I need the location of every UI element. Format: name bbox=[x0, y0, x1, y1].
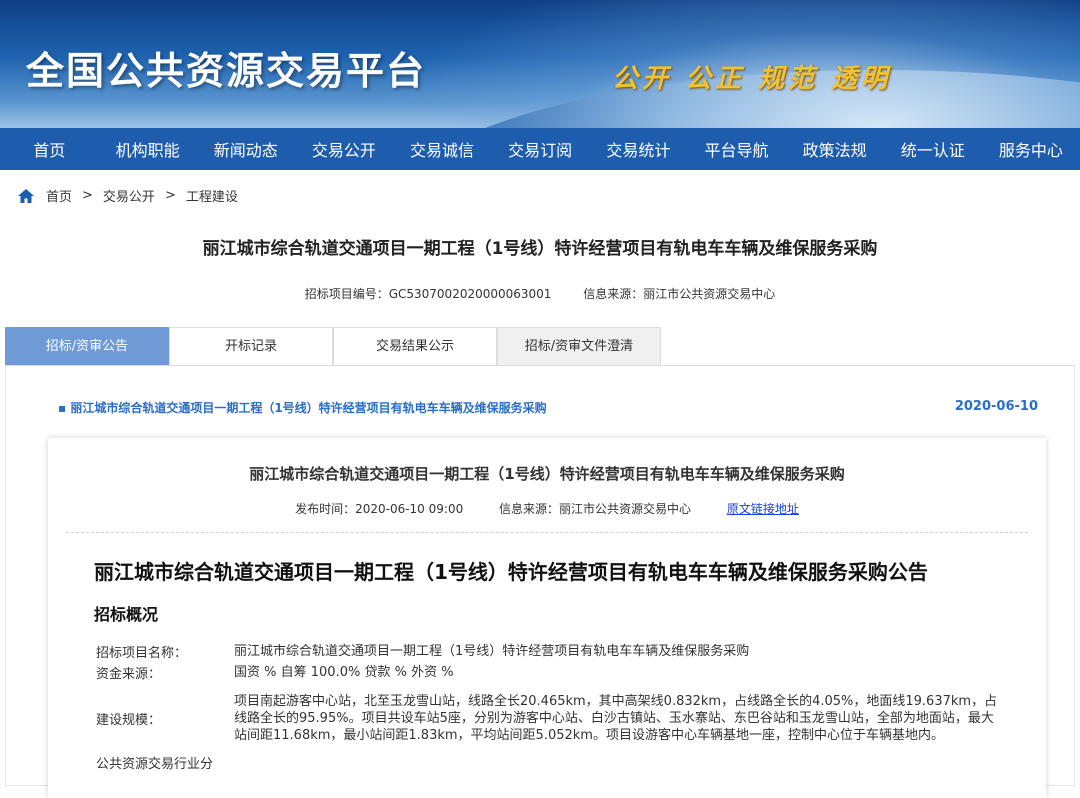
breadcrumb: 首页 > 交易公开 > 工程建设 bbox=[18, 186, 238, 205]
field-row: 建设规模： 项目南起游客中心站，北至玉龙雪山站，线路全长20.465km，其中高… bbox=[96, 683, 1006, 753]
header-banner: 全国公共资源交易平台 公开 公正 规范 透明 bbox=[0, 0, 1080, 128]
card-source: 信息来源：丽江市公共资源交易中心 bbox=[499, 502, 692, 516]
field-value: 国资 % 自筹 100.0% 贷款 % 外资 % bbox=[234, 665, 454, 680]
breadcrumb-trade-public[interactable]: 交易公开 bbox=[103, 186, 155, 205]
field-label: 建设规模： bbox=[96, 712, 162, 728]
notice-card: 丽江城市综合轨道交通项目一期工程（1号线）特许经营项目有轨电车车辆及维保服务采购… bbox=[48, 438, 1046, 798]
tab-bar: 招标/资审公告 开标记录 交易结果公示 招标/资审文件澄清 bbox=[5, 327, 661, 365]
field-row: 公共资源交易行业分 bbox=[96, 753, 1006, 772]
site-title: 全国公共资源交易平台 bbox=[26, 49, 427, 93]
field-list: 招标项目名称： 丽江城市综合轨道交通项目一期工程（1号线）特许经营项目有轨电车车… bbox=[96, 641, 1006, 772]
field-row: 招标项目名称： 丽江城市综合轨道交通项目一期工程（1号线）特许经营项目有轨电车车… bbox=[96, 641, 1006, 662]
breadcrumb-home[interactable]: 首页 bbox=[46, 186, 72, 205]
field-value: 项目南起游客中心站，北至玉龙雪山站，线路全长20.465km，其中高架线0.83… bbox=[234, 693, 998, 743]
document-title: 丽江城市综合轨道交通项目一期工程（1号线）特许经营项目有轨电车车辆及维保服务采购… bbox=[94, 560, 928, 584]
project-title: 丽江城市综合轨道交通项目一期工程（1号线）特许经营项目有轨电车车辆及维保服务采购 bbox=[202, 239, 878, 259]
notice-date: 2020-06-10 bbox=[954, 399, 1038, 414]
card-meta: 发布时间：2020-06-10 09:00 信息来源：丽江市公共资源交易中心 原… bbox=[48, 500, 1046, 517]
nav-item-institutions[interactable]: 机构职能 bbox=[99, 137, 197, 161]
breadcrumb-separator: > bbox=[82, 188, 93, 203]
original-link[interactable]: 原文链接地址 bbox=[727, 502, 799, 516]
field-value: 丽江城市综合轨道交通项目一期工程（1号线）特许经营项目有轨电车车辆及维保服务采购 bbox=[234, 644, 750, 659]
field-row: 资金来源： 国资 % 自筹 100.0% 贷款 % 外资 % bbox=[96, 662, 1006, 683]
project-source: 信息来源：丽江市公共资源交易中心 bbox=[583, 287, 776, 301]
site-slogan: 公开 公正 规范 透明 bbox=[612, 64, 892, 94]
nav-item-policy[interactable]: 政策法规 bbox=[786, 137, 884, 161]
project-code: 招标项目编号：GC5307002020000063001 bbox=[304, 287, 552, 301]
home-icon[interactable] bbox=[18, 188, 34, 203]
nav-item-service[interactable]: 服务中心 bbox=[982, 137, 1080, 161]
card-title: 丽江城市综合轨道交通项目一期工程（1号线）特许经营项目有轨电车车辆及维保服务采购 bbox=[249, 465, 845, 483]
breadcrumb-engineering[interactable]: 工程建设 bbox=[186, 186, 238, 205]
nav-item-trade-stats[interactable]: 交易统计 bbox=[589, 137, 687, 161]
dashed-divider bbox=[66, 532, 1028, 533]
nav-item-trade-credit[interactable]: 交易诚信 bbox=[393, 137, 491, 161]
tab-bid-opening-record[interactable]: 开标记录 bbox=[169, 327, 333, 365]
nav-item-home[interactable]: 首页 bbox=[0, 137, 99, 161]
tab-document-clarification[interactable]: 招标/资审文件澄清 bbox=[497, 327, 661, 365]
tab-result-publicity[interactable]: 交易结果公示 bbox=[333, 327, 497, 365]
nav-item-trade-public[interactable]: 交易公开 bbox=[295, 137, 393, 161]
notice-link[interactable]: 丽江城市综合轨道交通项目一期工程（1号线）特许经营项目有轨电车车辆及维保服务采购 bbox=[58, 401, 547, 415]
notice-list-item: 丽江城市综合轨道交通项目一期工程（1号线）特许经营项目有轨电车车辆及维保服务采购… bbox=[58, 399, 1040, 416]
nav-item-trade-subscribe[interactable]: 交易订阅 bbox=[491, 137, 589, 161]
breadcrumb-separator: > bbox=[164, 188, 176, 203]
nav-item-auth[interactable]: 统一认证 bbox=[884, 137, 982, 161]
field-label: 招标项目名称： bbox=[96, 646, 188, 661]
tab-tender-notice[interactable]: 招标/资审公告 bbox=[5, 327, 169, 365]
main-nav: 首页 机构职能 新闻动态 交易公开 交易诚信 交易订阅 交易统计 平台导航 政策… bbox=[0, 128, 1080, 170]
publish-time: 发布时间：2020-06-10 09:00 bbox=[295, 502, 464, 516]
section-heading: 招标概况 bbox=[94, 605, 159, 624]
project-meta: 招标项目编号：GC5307002020000063001 信息来源：丽江市公共资… bbox=[0, 285, 1080, 302]
field-label: 公共资源交易行业分 bbox=[96, 757, 214, 772]
nav-item-news[interactable]: 新闻动态 bbox=[197, 137, 295, 161]
nav-item-platform-nav[interactable]: 平台导航 bbox=[687, 137, 785, 161]
field-label: 资金来源： bbox=[96, 667, 162, 682]
